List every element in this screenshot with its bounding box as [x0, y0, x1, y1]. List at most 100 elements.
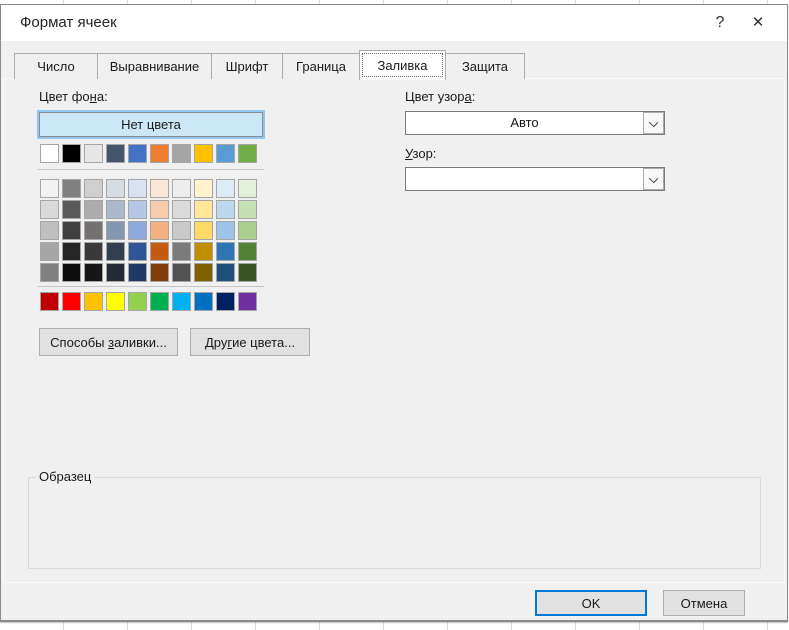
color-swatch[interactable] [216, 179, 235, 198]
palette-variant-row [40, 263, 257, 282]
color-swatch[interactable] [62, 242, 81, 261]
pattern-color-label: Цвет узора: [405, 89, 475, 105]
color-swatch[interactable] [62, 292, 81, 311]
tab-font[interactable]: Шрифт [211, 53, 283, 79]
color-swatch[interactable] [150, 263, 169, 282]
color-swatch[interactable] [238, 179, 257, 198]
color-swatch[interactable] [194, 221, 213, 240]
color-swatch[interactable] [62, 200, 81, 219]
color-swatch[interactable] [84, 200, 103, 219]
no-color-button[interactable]: Нет цвета [39, 112, 263, 137]
color-swatch[interactable] [238, 263, 257, 282]
color-swatch[interactable] [106, 144, 125, 163]
palette-variant-row [40, 242, 257, 261]
pattern-color-dropdown-button[interactable] [643, 112, 664, 134]
color-swatch[interactable] [128, 292, 147, 311]
color-swatch[interactable] [84, 242, 103, 261]
color-swatch[interactable] [62, 179, 81, 198]
color-swatch[interactable] [150, 221, 169, 240]
color-swatch[interactable] [216, 263, 235, 282]
color-swatch[interactable] [40, 200, 59, 219]
color-swatch[interactable] [40, 221, 59, 240]
color-swatch[interactable] [216, 200, 235, 219]
color-swatch[interactable] [40, 242, 59, 261]
pattern-dropdown-button[interactable] [643, 168, 664, 190]
color-swatch[interactable] [238, 200, 257, 219]
color-swatch[interactable] [238, 221, 257, 240]
tab-border[interactable]: Граница [282, 53, 360, 79]
color-swatch[interactable] [194, 144, 213, 163]
color-swatch[interactable] [128, 144, 147, 163]
help-icon[interactable]: ? [705, 5, 735, 41]
color-swatch[interactable] [106, 221, 125, 240]
color-swatch[interactable] [150, 292, 169, 311]
color-swatch[interactable] [194, 179, 213, 198]
pattern-color-value: Авто [406, 112, 643, 134]
color-swatch[interactable] [150, 242, 169, 261]
color-swatch[interactable] [106, 263, 125, 282]
tab-fill[interactable]: Заливка [359, 50, 446, 80]
color-swatch[interactable] [106, 200, 125, 219]
color-swatch[interactable] [106, 242, 125, 261]
color-swatch[interactable] [128, 263, 147, 282]
color-swatch[interactable] [150, 179, 169, 198]
color-swatch[interactable] [216, 144, 235, 163]
color-swatch[interactable] [84, 221, 103, 240]
color-swatch[interactable] [238, 242, 257, 261]
color-swatch[interactable] [84, 144, 103, 163]
pattern-combobox[interactable] [405, 167, 665, 191]
more-colors-button[interactable]: Другие цвета... [190, 328, 310, 356]
color-swatch[interactable] [238, 292, 257, 311]
tab-protection[interactable]: Защита [445, 53, 525, 79]
color-swatch[interactable] [172, 179, 191, 198]
pattern-value [406, 168, 643, 190]
color-swatch[interactable] [216, 242, 235, 261]
palette-variant-row [40, 200, 257, 219]
color-swatch[interactable] [62, 144, 81, 163]
palette-variant-row [40, 221, 257, 240]
color-swatch[interactable] [194, 242, 213, 261]
color-swatch[interactable] [128, 242, 147, 261]
color-swatch[interactable] [172, 221, 191, 240]
color-swatch[interactable] [194, 200, 213, 219]
color-swatch[interactable] [84, 292, 103, 311]
color-swatch[interactable] [172, 242, 191, 261]
color-swatch[interactable] [62, 263, 81, 282]
color-swatch[interactable] [172, 292, 191, 311]
cancel-button[interactable]: Отмена [663, 590, 745, 616]
chevron-down-icon [649, 118, 658, 127]
pattern-color-combobox[interactable]: Авто [405, 111, 665, 135]
tab-alignment[interactable]: Выравнивание [97, 53, 212, 79]
color-swatch[interactable] [172, 200, 191, 219]
close-icon[interactable]: ✕ [743, 5, 773, 41]
color-swatch[interactable] [238, 144, 257, 163]
color-swatch[interactable] [40, 179, 59, 198]
color-swatch[interactable] [106, 179, 125, 198]
tab-strip: Число Выравнивание Шрифт Граница Заливка… [14, 49, 525, 79]
color-swatch[interactable] [62, 221, 81, 240]
color-swatch[interactable] [172, 144, 191, 163]
color-swatch[interactable] [84, 179, 103, 198]
color-swatch[interactable] [40, 292, 59, 311]
spreadsheet-background: Формат ячеек ? ✕ Число Выравнивание Шриф… [0, 0, 789, 630]
color-swatch[interactable] [216, 292, 235, 311]
color-swatch[interactable] [150, 144, 169, 163]
color-swatch[interactable] [194, 292, 213, 311]
title-bar: Формат ячеек ? ✕ [1, 5, 787, 41]
color-swatch[interactable] [84, 263, 103, 282]
color-swatch[interactable] [128, 200, 147, 219]
color-swatch[interactable] [150, 200, 169, 219]
color-swatch[interactable] [172, 263, 191, 282]
color-swatch[interactable] [40, 263, 59, 282]
fill-effects-button[interactable]: Способы заливки... [39, 328, 178, 356]
color-swatch[interactable] [106, 292, 125, 311]
color-swatch[interactable] [40, 144, 59, 163]
color-swatch[interactable] [194, 263, 213, 282]
color-swatch[interactable] [216, 221, 235, 240]
tab-number[interactable]: Число [14, 53, 98, 79]
color-swatch[interactable] [128, 221, 147, 240]
color-swatch[interactable] [128, 179, 147, 198]
sample-label: Образец [36, 469, 94, 484]
format-cells-dialog: Формат ячеек ? ✕ Число Выравнивание Шриф… [0, 4, 788, 622]
ok-button[interactable]: OK [535, 590, 647, 616]
